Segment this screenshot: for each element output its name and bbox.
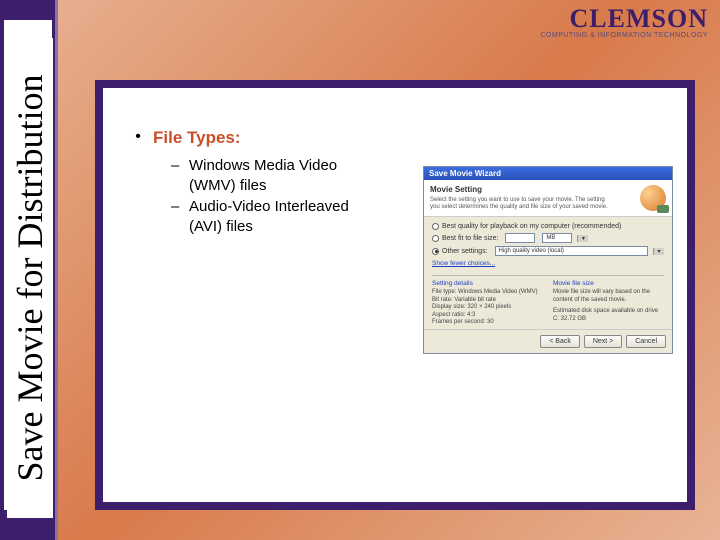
radio-option-best-quality[interactable]: Best quality for playback on my computer… bbox=[432, 223, 664, 230]
list-item: – Windows Media Video (WMV) files bbox=[171, 156, 381, 195]
next-button[interactable]: Next > bbox=[584, 335, 622, 348]
wizard-details: Setting details File type: Windows Media… bbox=[432, 280, 664, 327]
detail-line: File type: Windows Media Video (WMV) bbox=[432, 289, 543, 297]
radio-label: Best fit to file size: bbox=[442, 235, 498, 242]
list-item-text: Audio-Video Interleaved (AVI) files bbox=[189, 197, 381, 236]
wizard-body: Best quality for playback on my computer… bbox=[424, 217, 672, 329]
detail-line: Aspect ratio: 4:3 bbox=[432, 312, 543, 320]
radio-label: Other settings: bbox=[442, 248, 488, 255]
radio-icon bbox=[432, 223, 439, 230]
brand-logo-main: CLEMSON bbox=[540, 6, 708, 32]
brand-logo-sub: COMPUTING & INFORMATION TECHNOLOGY bbox=[540, 32, 708, 39]
content-panel: • File Types: – Windows Media Video (WMV… bbox=[103, 88, 687, 502]
radio-option-best-fit[interactable]: Best fit to file size: MB ▾ bbox=[432, 233, 664, 243]
bullet-heading: File Types: bbox=[153, 128, 241, 148]
slide-title-vertical: Save Movie for Distribution bbox=[7, 38, 53, 518]
wizard-header-subtitle: Select the setting you want to use to sa… bbox=[430, 197, 615, 211]
detail-line: Bit rate: Variable bit rate bbox=[432, 297, 543, 305]
radio-option-other[interactable]: Other settings: High quality video (loca… bbox=[432, 246, 664, 256]
wizard-header-title: Movie Setting bbox=[430, 185, 615, 195]
bullet-row: • File Types: bbox=[123, 128, 667, 148]
dash-icon: – bbox=[171, 156, 189, 195]
show-fewer-choices-link[interactable]: Show fewer choices... bbox=[432, 260, 664, 267]
back-button[interactable]: < Back bbox=[540, 335, 580, 348]
filesize-combo[interactable] bbox=[505, 233, 535, 243]
divider bbox=[432, 275, 664, 276]
filesize-unit-combo[interactable]: MB bbox=[542, 233, 572, 243]
detail-line: Estimated disk space available on drive … bbox=[553, 308, 664, 323]
chevron-down-icon[interactable]: ▾ bbox=[653, 248, 664, 255]
wizard-header: Movie Setting Select the setting you wan… bbox=[424, 180, 672, 217]
radio-label: Best quality for playback on my computer… bbox=[442, 223, 621, 230]
save-movie-wizard-dialog: Save Movie Wizard Movie Setting Select t… bbox=[423, 166, 673, 354]
setting-details-col: Setting details File type: Windows Media… bbox=[432, 280, 543, 327]
wizard-button-row: < Back Next > Cancel bbox=[424, 329, 672, 353]
list-item: – Audio-Video Interleaved (AVI) files bbox=[171, 197, 381, 236]
content-frame: • File Types: – Windows Media Video (WMV… bbox=[95, 80, 695, 510]
wizard-titlebar: Save Movie Wizard bbox=[424, 167, 672, 180]
dash-icon: – bbox=[171, 197, 189, 236]
chevron-down-icon[interactable]: ▾ bbox=[577, 235, 588, 242]
film-reel-icon bbox=[640, 185, 666, 211]
file-size-head: Movie file size bbox=[553, 280, 664, 287]
file-size-col: Movie file size Movie file size will var… bbox=[553, 280, 664, 327]
detail-line: Movie file size will vary based on the c… bbox=[553, 289, 664, 304]
wizard-header-text: Movie Setting Select the setting you wan… bbox=[430, 185, 615, 211]
detail-line: Frames per second: 30 bbox=[432, 319, 543, 327]
cancel-button[interactable]: Cancel bbox=[626, 335, 666, 348]
other-settings-combo[interactable]: High quality video (local) bbox=[495, 246, 648, 256]
sidebar-stripe: Save Movie for Distribution bbox=[0, 0, 58, 540]
radio-icon bbox=[432, 248, 439, 255]
detail-line: Display size: 320 × 240 pixels bbox=[432, 304, 543, 312]
list-item-text: Windows Media Video (WMV) files bbox=[189, 156, 381, 195]
setting-details-head: Setting details bbox=[432, 280, 543, 287]
radio-icon bbox=[432, 235, 439, 242]
bullet-icon: • bbox=[123, 128, 153, 148]
brand-logo: CLEMSON COMPUTING & INFORMATION TECHNOLO… bbox=[540, 6, 708, 39]
